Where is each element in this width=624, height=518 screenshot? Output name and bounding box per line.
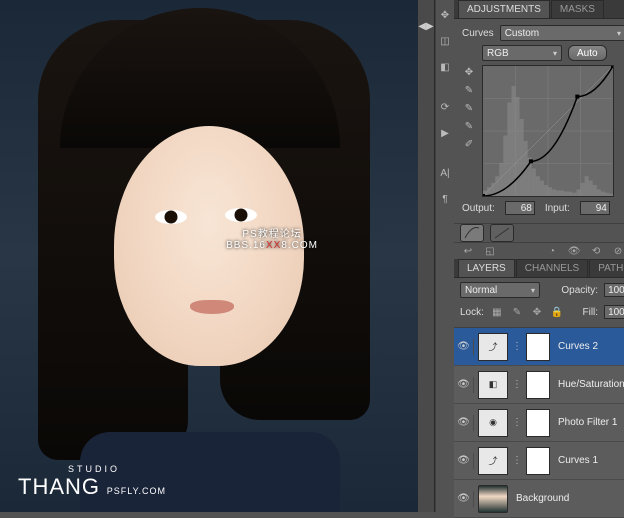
- watermark: PS教程论坛 BBS.16XX8.COM: [226, 225, 318, 251]
- expand-icon[interactable]: ◱: [482, 243, 498, 259]
- layer-thumbnail[interactable]: [478, 485, 508, 513]
- adjustment-thumbnail[interactable]: ⤴: [478, 333, 508, 361]
- clip-icon[interactable]: ◔: [544, 243, 560, 259]
- adjustment-thumbnail[interactable]: ◉: [478, 409, 508, 437]
- collapse-icon[interactable]: ◀▶: [418, 18, 434, 34]
- opacity-input[interactable]: 100%▸: [604, 283, 624, 297]
- layer-name[interactable]: Background: [516, 493, 569, 504]
- output-label: Output:: [462, 203, 495, 214]
- output-input[interactable]: [505, 201, 535, 215]
- eyedropper-black-icon[interactable]: ✎: [462, 83, 476, 97]
- curves-panel: Curves Custom▾ ≡ RGB▾ Auto ✥ ✎ ✎ ✎ ✐: [454, 19, 624, 223]
- fill-label: Fill:: [583, 307, 599, 318]
- tools-dock: ✥ ◫ ◧ ⟳ ▶ A| ¶: [435, 0, 454, 512]
- linear-mode-icon[interactable]: [490, 224, 514, 242]
- blend-mode-select[interactable]: Normal▾: [460, 282, 540, 298]
- curve-mode-icon[interactable]: [460, 224, 484, 242]
- chevron-down-icon: ▾: [553, 49, 557, 58]
- studio-watermark: STUDIO THANG PSFLY.COM: [18, 464, 166, 500]
- tab-channels[interactable]: CHANNELS: [516, 259, 588, 277]
- adjustment-thumbnail[interactable]: ⤴: [478, 447, 508, 475]
- watermark-line1: PS教程论坛: [226, 225, 318, 240]
- link-icon: ⋮: [512, 417, 522, 428]
- layers-tabbar: LAYERS CHANNELS PATHS ▾≡: [454, 259, 624, 278]
- eyedropper-gray-icon[interactable]: ✎: [462, 101, 476, 115]
- swatches-icon[interactable]: ◫: [436, 32, 454, 50]
- input-label: Input:: [545, 203, 570, 214]
- panel-dock-left: ◀▶: [418, 0, 435, 512]
- portrait-eye: [225, 208, 257, 222]
- layer-mask-thumbnail[interactable]: [526, 409, 550, 437]
- adjustment-thumbnail[interactable]: ◧: [478, 371, 508, 399]
- return-arrow-icon[interactable]: ↩: [460, 243, 476, 259]
- lock-all-icon[interactable]: 🔒: [550, 305, 564, 319]
- curve-tools: ✥ ✎ ✎ ✎ ✐: [462, 65, 478, 197]
- lock-position-icon[interactable]: ✥: [530, 305, 544, 319]
- pencil-icon[interactable]: ✐: [462, 137, 476, 151]
- portrait-lips: [190, 300, 234, 314]
- link-icon: ⋮: [512, 455, 522, 466]
- tab-layers[interactable]: LAYERS: [458, 259, 515, 277]
- link-icon: ⋮: [512, 379, 522, 390]
- layer-name[interactable]: Curves 2: [558, 341, 598, 352]
- input-input[interactable]: [580, 201, 610, 215]
- previous-icon[interactable]: ⟲: [588, 243, 604, 259]
- navigator-icon[interactable]: ✥: [436, 6, 454, 24]
- tab-masks[interactable]: MASKS: [551, 0, 604, 18]
- layer-list: 👁⤴⋮Curves 2👁◧⋮Hue/Saturation 1👁◉⋮Photo F…: [454, 327, 624, 518]
- actions-icon[interactable]: ▶: [436, 124, 454, 142]
- lock-transparency-icon[interactable]: ▦: [490, 305, 504, 319]
- visibility-toggle-icon[interactable]: 👁: [458, 491, 474, 507]
- layer-row[interactable]: 👁◧ ⋮ Hue/Saturation 1: [454, 366, 624, 404]
- fill-input[interactable]: 100%▸: [604, 305, 624, 319]
- watermark-line2: BBS.16XX8.COM: [226, 240, 318, 251]
- layer-name[interactable]: Photo Filter 1: [558, 417, 617, 428]
- visibility-icon[interactable]: 👁: [566, 243, 582, 259]
- character-icon[interactable]: A|: [436, 164, 454, 182]
- visibility-toggle-icon[interactable]: 👁: [458, 453, 474, 469]
- link-icon: ⋮: [512, 341, 522, 352]
- tab-adjustments[interactable]: ADJUSTMENTS: [458, 0, 550, 18]
- layer-name[interactable]: Curves 1: [558, 455, 598, 466]
- lock-pixels-icon[interactable]: ✎: [510, 305, 524, 319]
- layer-mask-thumbnail[interactable]: [526, 371, 550, 399]
- adjustments-tabbar: ADJUSTMENTS MASKS ▾≡: [454, 0, 624, 19]
- layer-row[interactable]: 👁⤴ ⋮ Curves 1: [454, 442, 624, 480]
- chevron-down-icon: ▾: [617, 29, 621, 38]
- auto-button[interactable]: Auto: [568, 45, 607, 61]
- channel-select[interactable]: RGB▾: [482, 45, 562, 61]
- document-canvas[interactable]: PS教程论坛 BBS.16XX8.COM STUDIO THANG PSFLY.…: [0, 0, 418, 512]
- layer-row[interactable]: 👁◉ ⋮ Photo Filter 1: [454, 404, 624, 442]
- opacity-label: Opacity:: [561, 285, 598, 296]
- visibility-toggle-icon[interactable]: 👁: [458, 377, 474, 393]
- adjustment-type-label: Curves: [462, 28, 494, 39]
- preset-select[interactable]: Custom▾: [500, 25, 624, 41]
- paragraph-icon[interactable]: ¶: [436, 190, 454, 208]
- layers-panel: Normal▾ Opacity: 100%▸ Lock: ▦ ✎ ✥ 🔒 Fil…: [454, 278, 624, 518]
- curves-mode-row: [454, 223, 624, 242]
- history-icon[interactable]: ⟳: [436, 98, 454, 116]
- layer-mask-thumbnail[interactable]: [526, 333, 550, 361]
- tab-paths[interactable]: PATHS: [589, 259, 624, 277]
- chevron-down-icon: ▾: [531, 286, 535, 295]
- layer-name[interactable]: Hue/Saturation 1: [558, 379, 624, 390]
- color-icon[interactable]: ◧: [436, 58, 454, 76]
- panels-column: ADJUSTMENTS MASKS ▾≡ Curves Custom▾ ≡ RG…: [454, 0, 624, 512]
- target-adjust-icon[interactable]: ✥: [462, 65, 476, 79]
- curves-graph[interactable]: [482, 65, 614, 197]
- layer-row[interactable]: 👁⤴ ⋮ Curves 2: [454, 328, 624, 366]
- reset-icon[interactable]: ⊘: [610, 243, 624, 259]
- layer-mask-thumbnail[interactable]: [526, 447, 550, 475]
- layer-row[interactable]: 👁Background🔒: [454, 480, 624, 518]
- lock-label: Lock:: [460, 307, 484, 318]
- adjustments-footer: ↩ ◱ ◔ 👁 ⟲ ⊘ 🗑: [454, 242, 624, 259]
- visibility-toggle-icon[interactable]: 👁: [458, 339, 474, 355]
- visibility-toggle-icon[interactable]: 👁: [458, 415, 474, 431]
- portrait-eye: [155, 210, 187, 224]
- eyedropper-white-icon[interactable]: ✎: [462, 119, 476, 133]
